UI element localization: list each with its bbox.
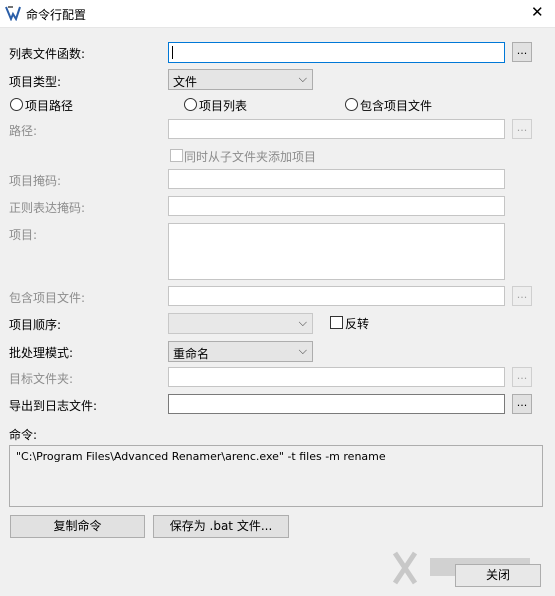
window-title: 命令行配置	[26, 8, 87, 22]
radio-include-file[interactable]	[345, 98, 358, 111]
reverse-label: 反转	[345, 317, 370, 331]
subfolders-label: 同时从子文件夹添加项目	[184, 150, 317, 164]
batch-mode-select[interactable]: 重命名 ⌵	[168, 341, 313, 362]
save-bat-button[interactable]: 保存为 .bat 文件...	[153, 515, 289, 538]
command-box[interactable]: "C:\Program Files\Advanced Renamer\arenc…	[9, 445, 543, 507]
order-select[interactable]: ⌵	[168, 313, 313, 334]
items-textarea[interactable]	[168, 223, 505, 280]
chevron-down-icon: ⌵	[298, 344, 307, 357]
target-folder-label: 目标文件夹:	[9, 372, 74, 386]
order-label: 项目顺序:	[9, 318, 62, 332]
list-func-input[interactable]	[168, 42, 505, 63]
include-file-browse-button[interactable]: ...	[512, 286, 532, 306]
chevron-down-icon: ⌵	[298, 316, 307, 329]
subfolders-checkbox[interactable]	[170, 149, 183, 162]
radio-include-file-label: 包含项目文件	[360, 99, 433, 113]
title-bar: 命令行配置 ✕	[0, 0, 555, 28]
log-file-input[interactable]	[168, 394, 505, 414]
app-icon	[5, 5, 21, 21]
regex-label: 正则表达掩码:	[9, 201, 86, 215]
radio-item-list-label: 项目列表	[199, 99, 248, 113]
target-folder-input[interactable]	[168, 367, 505, 387]
close-icon[interactable]: ✕	[531, 3, 544, 21]
items-label: 项目:	[9, 228, 38, 242]
item-type-value: 文件	[173, 75, 198, 89]
include-file-input[interactable]	[168, 286, 505, 306]
log-file-label: 导出到日志文件:	[9, 399, 98, 413]
radio-item-path[interactable]	[10, 98, 23, 111]
batch-mode-label: 批处理模式:	[9, 346, 74, 360]
radio-item-path-label: 项目路径	[25, 99, 74, 113]
list-func-label: 列表文件函数:	[9, 47, 86, 61]
item-type-label: 项目类型:	[9, 75, 62, 89]
item-type-select[interactable]: 文件 ⌵	[168, 69, 313, 90]
path-input[interactable]	[168, 119, 505, 139]
path-label: 路径:	[9, 124, 38, 138]
log-file-browse-button[interactable]: ...	[512, 394, 532, 414]
radio-item-list[interactable]	[184, 98, 197, 111]
target-folder-browse-button[interactable]: ...	[512, 367, 532, 387]
regex-input[interactable]	[168, 196, 505, 216]
close-button[interactable]: 关闭	[455, 564, 541, 587]
list-func-browse-button[interactable]: ...	[512, 42, 532, 62]
command-text: "C:\Program Files\Advanced Renamer\arenc…	[16, 450, 386, 463]
include-file-label: 包含项目文件:	[9, 291, 86, 305]
path-browse-button[interactable]: ...	[512, 119, 532, 139]
reverse-checkbox[interactable]	[330, 316, 343, 329]
copy-command-button[interactable]: 复制命令	[10, 515, 145, 538]
command-label: 命令:	[9, 428, 38, 442]
mask-label: 项目掩码:	[9, 174, 62, 188]
chevron-down-icon: ⌵	[298, 72, 307, 85]
batch-mode-value: 重命名	[173, 347, 210, 361]
mask-input[interactable]	[168, 169, 505, 189]
text-caret	[172, 46, 173, 59]
